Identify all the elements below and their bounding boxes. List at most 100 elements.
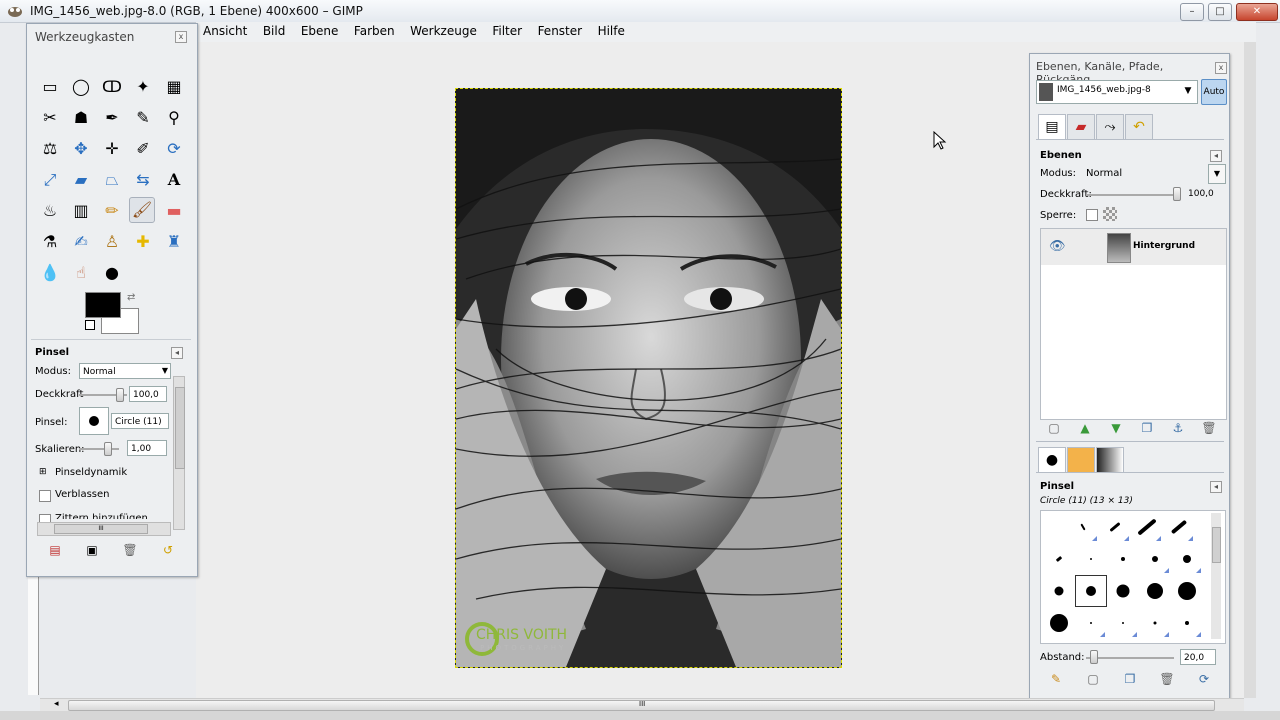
layers-menu-icon[interactable]: ◂ [1210, 150, 1222, 162]
blur-icon[interactable]: 💧 [37, 260, 63, 286]
delete-brush-icon[interactable]: 🗑 [1159, 671, 1175, 687]
anchor-layer-icon[interactable]: ⚓ [1170, 420, 1186, 436]
text-icon[interactable]: A [161, 167, 187, 193]
brushes-menu-icon[interactable]: ◂ [1210, 481, 1222, 493]
layers-list[interactable]: 👁 Hintergrund [1040, 228, 1227, 420]
align-icon[interactable]: ✛ [99, 136, 125, 162]
tab-undo-icon[interactable]: ↶ [1125, 114, 1153, 140]
eraser-icon[interactable]: ▬ [161, 198, 187, 224]
minimize-button[interactable]: – [1180, 3, 1204, 21]
new-layer-icon[interactable]: ▢ [1046, 420, 1062, 436]
move-icon[interactable]: ✥ [68, 136, 94, 162]
brush-item[interactable] [1139, 607, 1171, 639]
menu-fenster[interactable]: Fenster [531, 22, 588, 38]
layer-row[interactable]: 👁 Hintergrund [1041, 229, 1226, 265]
ink-icon[interactable]: ✍ [68, 229, 94, 255]
spacing-slider-track[interactable] [1086, 657, 1174, 659]
options-hscrollbar[interactable]: III [37, 522, 171, 536]
measure-icon[interactable]: ⚖ [37, 136, 63, 162]
lasso-icon[interactable]: ↀ [99, 74, 125, 100]
delete-layer-icon[interactable]: 🗑 [1201, 420, 1217, 436]
brush-item[interactable] [1131, 511, 1163, 543]
brush-item[interactable] [1067, 511, 1099, 543]
reset-options-icon[interactable]: ↺ [160, 542, 176, 558]
color-select-icon[interactable]: ▦ [161, 74, 187, 100]
tab-layers-icon[interactable]: ▤ [1038, 114, 1066, 140]
brush-item[interactable] [1075, 607, 1107, 639]
foreground-select-icon[interactable]: ☗ [68, 105, 94, 131]
toolbox-close-icon[interactable]: x [175, 31, 187, 43]
horizontal-scroll-thumb[interactable]: III [68, 700, 1215, 711]
maximize-button[interactable]: □ [1208, 3, 1232, 21]
layer-opacity-knob[interactable] [1173, 187, 1181, 201]
lower-layer-icon[interactable]: ▼ [1108, 420, 1124, 436]
brush-dynamics-label[interactable]: Pinseldynamik [55, 467, 127, 478]
brush-item[interactable] [1043, 543, 1075, 575]
layer-opacity-value[interactable]: 100,0 [1188, 189, 1214, 199]
brush-item[interactable] [1163, 511, 1195, 543]
menu-ebene[interactable]: Ebene [294, 22, 344, 38]
gradient-icon[interactable]: ▥ [68, 198, 94, 224]
tab-gradients-icon[interactable] [1096, 447, 1124, 473]
refresh-brushes-icon[interactable]: ⟳ [1196, 671, 1212, 687]
menu-farben[interactable]: Farben [347, 22, 400, 38]
options-vscrollbar[interactable] [173, 376, 185, 530]
clone-icon[interactable]: ♙ [99, 229, 125, 255]
flip-icon[interactable]: ⇆ [130, 167, 156, 193]
mode-select[interactable]: Normal [79, 363, 171, 379]
brush-grid[interactable] [1040, 510, 1226, 644]
scale-slider-knob[interactable] [104, 442, 112, 456]
color-picker-icon[interactable]: ✎ [130, 105, 156, 131]
pencil-icon[interactable]: ✏ [99, 198, 125, 224]
scale-icon[interactable]: ⤢ [37, 167, 63, 193]
smudge-icon[interactable]: ☝ [68, 260, 94, 286]
fade-checkbox[interactable] [39, 490, 51, 502]
save-options-icon[interactable]: ▤ [47, 542, 63, 558]
swap-colors-icon[interactable]: ⇄ [127, 292, 135, 303]
scale-slider-track[interactable] [79, 448, 119, 450]
brush-item-selected[interactable] [1075, 575, 1107, 607]
brush-item[interactable] [1139, 543, 1171, 575]
brush-item[interactable] [1107, 575, 1139, 607]
brush-preview[interactable] [79, 407, 109, 435]
new-brush-icon[interactable]: ▢ [1085, 671, 1101, 687]
spacing-slider-knob[interactable] [1090, 650, 1098, 664]
bucket-fill-icon[interactable]: ♨ [37, 198, 63, 224]
brush-item[interactable] [1043, 575, 1075, 607]
opacity-field[interactable]: 100,0 [129, 386, 167, 402]
brush-item[interactable] [1171, 543, 1203, 575]
vertical-scrollbar[interactable] [1244, 42, 1256, 698]
brush-item[interactable] [1099, 511, 1131, 543]
tab-channels-icon[interactable]: ▰ [1067, 114, 1095, 140]
brush-item[interactable] [1107, 607, 1139, 639]
brush-item[interactable] [1043, 607, 1075, 639]
raise-layer-icon[interactable]: ▲ [1077, 420, 1093, 436]
menu-hilfe[interactable]: Hilfe [591, 22, 630, 38]
opacity-slider-knob[interactable] [116, 388, 124, 402]
crop-icon[interactable]: ✐ [130, 136, 156, 162]
dodge-burn-icon[interactable]: ● [99, 260, 125, 286]
brush-item[interactable] [1075, 543, 1107, 575]
horizontal-scrollbar[interactable]: ◂ III [40, 698, 1244, 711]
brush-name-field[interactable]: Circle (11) [111, 413, 169, 429]
brush-item[interactable] [1139, 575, 1171, 607]
scroll-left-icon[interactable]: ◂ [54, 699, 59, 709]
ellipse-select-icon[interactable]: ◯ [68, 74, 94, 100]
menu-filter[interactable]: Filter [485, 22, 527, 38]
brush-item[interactable] [1107, 543, 1139, 575]
paintbrush-icon[interactable]: 🖌 [129, 197, 155, 223]
rotate-icon[interactable]: ⟳ [161, 136, 187, 162]
airbrush-icon[interactable]: ⚗ [37, 229, 63, 255]
image-select[interactable]: IMG_1456_web.jpg-8 [1036, 80, 1198, 104]
layer-mode-value[interactable]: Normal [1086, 168, 1122, 179]
delete-options-icon[interactable]: 🗑 [122, 542, 138, 558]
dock-close-icon[interactable]: x [1215, 62, 1227, 74]
menu-bild[interactable]: Bild [256, 22, 291, 38]
perspective-icon[interactable]: ⏢ [99, 167, 125, 193]
image-canvas[interactable]: CHRIS VOITH PHOTOGRAPHY [455, 88, 842, 668]
foreground-color-swatch[interactable] [85, 292, 121, 318]
brush-item[interactable] [1171, 607, 1203, 639]
tab-paths-icon[interactable]: ⤳ [1096, 114, 1124, 140]
menu-ansicht[interactable]: Ansicht [196, 22, 252, 38]
brush-item[interactable] [1171, 575, 1203, 607]
